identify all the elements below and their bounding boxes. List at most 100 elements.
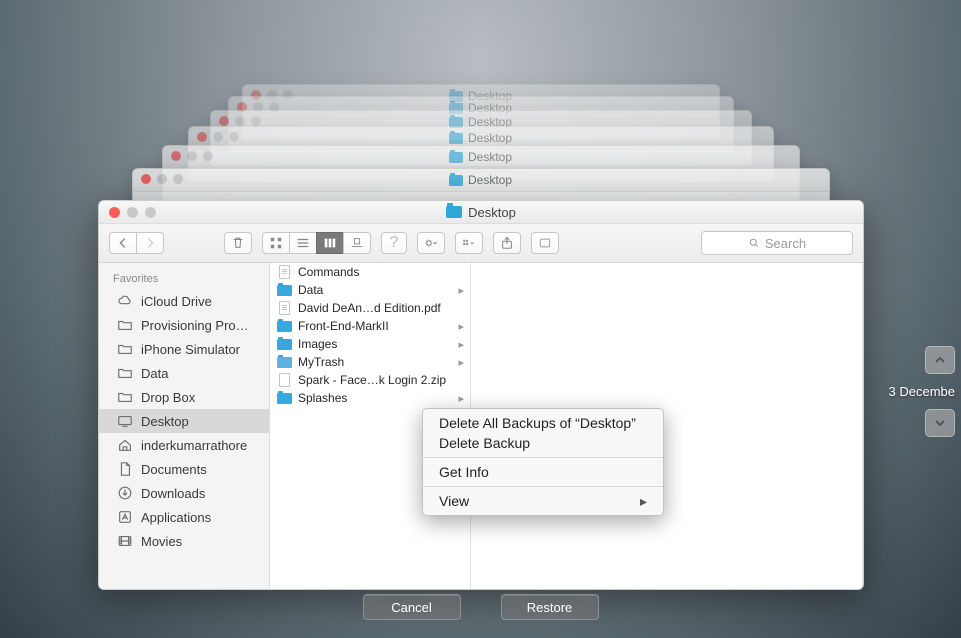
folder-icon	[276, 319, 292, 333]
window-title: Desktop	[446, 205, 516, 220]
chevron-right-icon: ▸	[458, 356, 464, 369]
sidebar-item-inderkumarrathore[interactable]: inderkumarrathore	[99, 433, 269, 457]
zoom-button[interactable]	[145, 207, 156, 218]
file-row[interactable]: Spark - Face…k Login 2.zip	[270, 371, 470, 389]
chevron-right-icon: ▸	[458, 284, 464, 297]
sidebar-item-icloud-drive[interactable]: iCloud Drive	[99, 289, 269, 313]
list-view-button[interactable]	[289, 232, 317, 254]
menu-view[interactable]: View▸	[423, 491, 663, 511]
minimize-button[interactable]	[127, 207, 138, 218]
sidebar-item-applications[interactable]: Applications	[99, 505, 269, 529]
file-name: Front-End-MarkII	[298, 319, 452, 333]
sidebar-item-label: inderkumarrathore	[141, 438, 247, 453]
file-name: Data	[298, 283, 452, 297]
timeline-up-button[interactable]	[925, 346, 955, 374]
folder-icon	[276, 337, 292, 351]
titlebar: Desktop	[99, 201, 863, 224]
app-icon	[117, 509, 133, 525]
sidebar-item-label: Applications	[141, 510, 211, 525]
sidebar-item-label: iPhone Simulator	[141, 342, 240, 357]
close-button[interactable]	[109, 207, 120, 218]
column-view-button[interactable]	[316, 232, 344, 254]
trash-button[interactable]	[224, 232, 252, 254]
back-button[interactable]	[109, 232, 137, 254]
file-row[interactable]: Front-End-MarkII ▸	[270, 317, 470, 335]
sidebar-item-label: Provisioning Pro…	[141, 318, 249, 333]
share-button[interactable]	[493, 232, 521, 254]
sidebar-item-iphone-simulator[interactable]: iPhone Simulator	[99, 337, 269, 361]
sidebar: Favorites iCloud Drive Provisioning Pro… i…	[99, 263, 270, 589]
folder-icon	[117, 341, 133, 357]
file-row[interactable]: Images ▸	[270, 335, 470, 353]
chevron-right-icon: ▸	[458, 320, 464, 333]
tags-button[interactable]	[531, 232, 559, 254]
context-menu: Delete All Backups of “Desktop” Delete B…	[422, 408, 664, 516]
chevron-right-icon: ▸	[458, 338, 464, 351]
doc-icon	[117, 461, 133, 477]
sidebar-item-provisioning-pro[interactable]: Provisioning Pro…	[99, 313, 269, 337]
finder-window: Desktop ?	[98, 200, 864, 590]
home-icon	[117, 437, 133, 453]
cloud-icon	[117, 293, 133, 309]
zip-icon	[276, 373, 292, 387]
timeline-nav: 3 Decembe	[889, 346, 955, 437]
file-name: Images	[298, 337, 452, 351]
restore-button[interactable]: Restore	[501, 594, 599, 620]
sidebar-item-data[interactable]: Data	[99, 361, 269, 385]
coverflow-view-button[interactable]	[343, 232, 371, 254]
folder-icon	[117, 389, 133, 405]
sidebar-item-label: Documents	[141, 462, 207, 477]
view-group	[262, 232, 371, 254]
sidebar-item-label: Downloads	[141, 486, 205, 501]
desktop-icon	[117, 413, 133, 429]
download-icon	[117, 485, 133, 501]
folder-icon	[276, 283, 292, 297]
timeline-date: 3 Decembe	[889, 384, 955, 399]
file-row[interactable]: MyTrash ▸	[270, 353, 470, 371]
file-row[interactable]: Data ▸	[270, 281, 470, 299]
forward-button[interactable]	[136, 232, 164, 254]
sidebar-item-label: Drop Box	[141, 390, 195, 405]
help-button[interactable]: ?	[381, 232, 407, 254]
toolbar: ? Search	[99, 224, 863, 263]
sidebar-item-label: Desktop	[141, 414, 189, 429]
sidebar-item-desktop[interactable]: Desktop	[99, 409, 269, 433]
file-row[interactable]: Splashes ▸	[270, 389, 470, 407]
bottom-buttons: Cancel Restore	[0, 594, 961, 620]
sidebar-header: Favorites	[99, 269, 269, 289]
file-row[interactable]: David DeAn…d Edition.pdf	[270, 299, 470, 317]
chevron-right-icon: ▸	[458, 392, 464, 405]
icon-view-button[interactable]	[262, 232, 290, 254]
nav-group	[109, 232, 164, 254]
folder-icon	[446, 206, 462, 218]
file-name: MyTrash	[298, 355, 452, 369]
menu-delete-backup[interactable]: Delete Backup	[423, 433, 663, 453]
file-row[interactable]: Commands	[270, 263, 470, 281]
sidebar-item-drop-box[interactable]: Drop Box	[99, 385, 269, 409]
action-menu-button[interactable]	[417, 232, 445, 254]
folder-icon	[117, 317, 133, 333]
submenu-arrow-icon: ▸	[640, 493, 647, 510]
file-name: Commands	[298, 265, 464, 279]
folder-icon	[117, 365, 133, 381]
cancel-button[interactable]: Cancel	[363, 594, 461, 620]
sidebar-item-label: Movies	[141, 534, 182, 549]
menu-get-info[interactable]: Get Info	[423, 462, 663, 482]
sidebar-item-label: Data	[141, 366, 168, 381]
sidebar-item-movies[interactable]: Movies	[99, 529, 269, 553]
search-field[interactable]: Search	[701, 231, 853, 255]
pdf-icon	[276, 301, 292, 315]
arrange-menu-button[interactable]	[455, 232, 483, 254]
folder-alt-icon	[276, 355, 292, 369]
sidebar-item-documents[interactable]: Documents	[99, 457, 269, 481]
sidebar-item-downloads[interactable]: Downloads	[99, 481, 269, 505]
timeline-down-button[interactable]	[925, 409, 955, 437]
file-name: David DeAn…d Edition.pdf	[298, 301, 464, 315]
sidebar-item-label: iCloud Drive	[141, 294, 212, 309]
menu-delete-all[interactable]: Delete All Backups of “Desktop”	[423, 413, 663, 433]
file-name: Spark - Face…k Login 2.zip	[298, 373, 464, 387]
file-name: Splashes	[298, 391, 452, 405]
txt-icon	[276, 265, 292, 279]
movie-icon	[117, 533, 133, 549]
search-placeholder: Search	[765, 236, 806, 251]
